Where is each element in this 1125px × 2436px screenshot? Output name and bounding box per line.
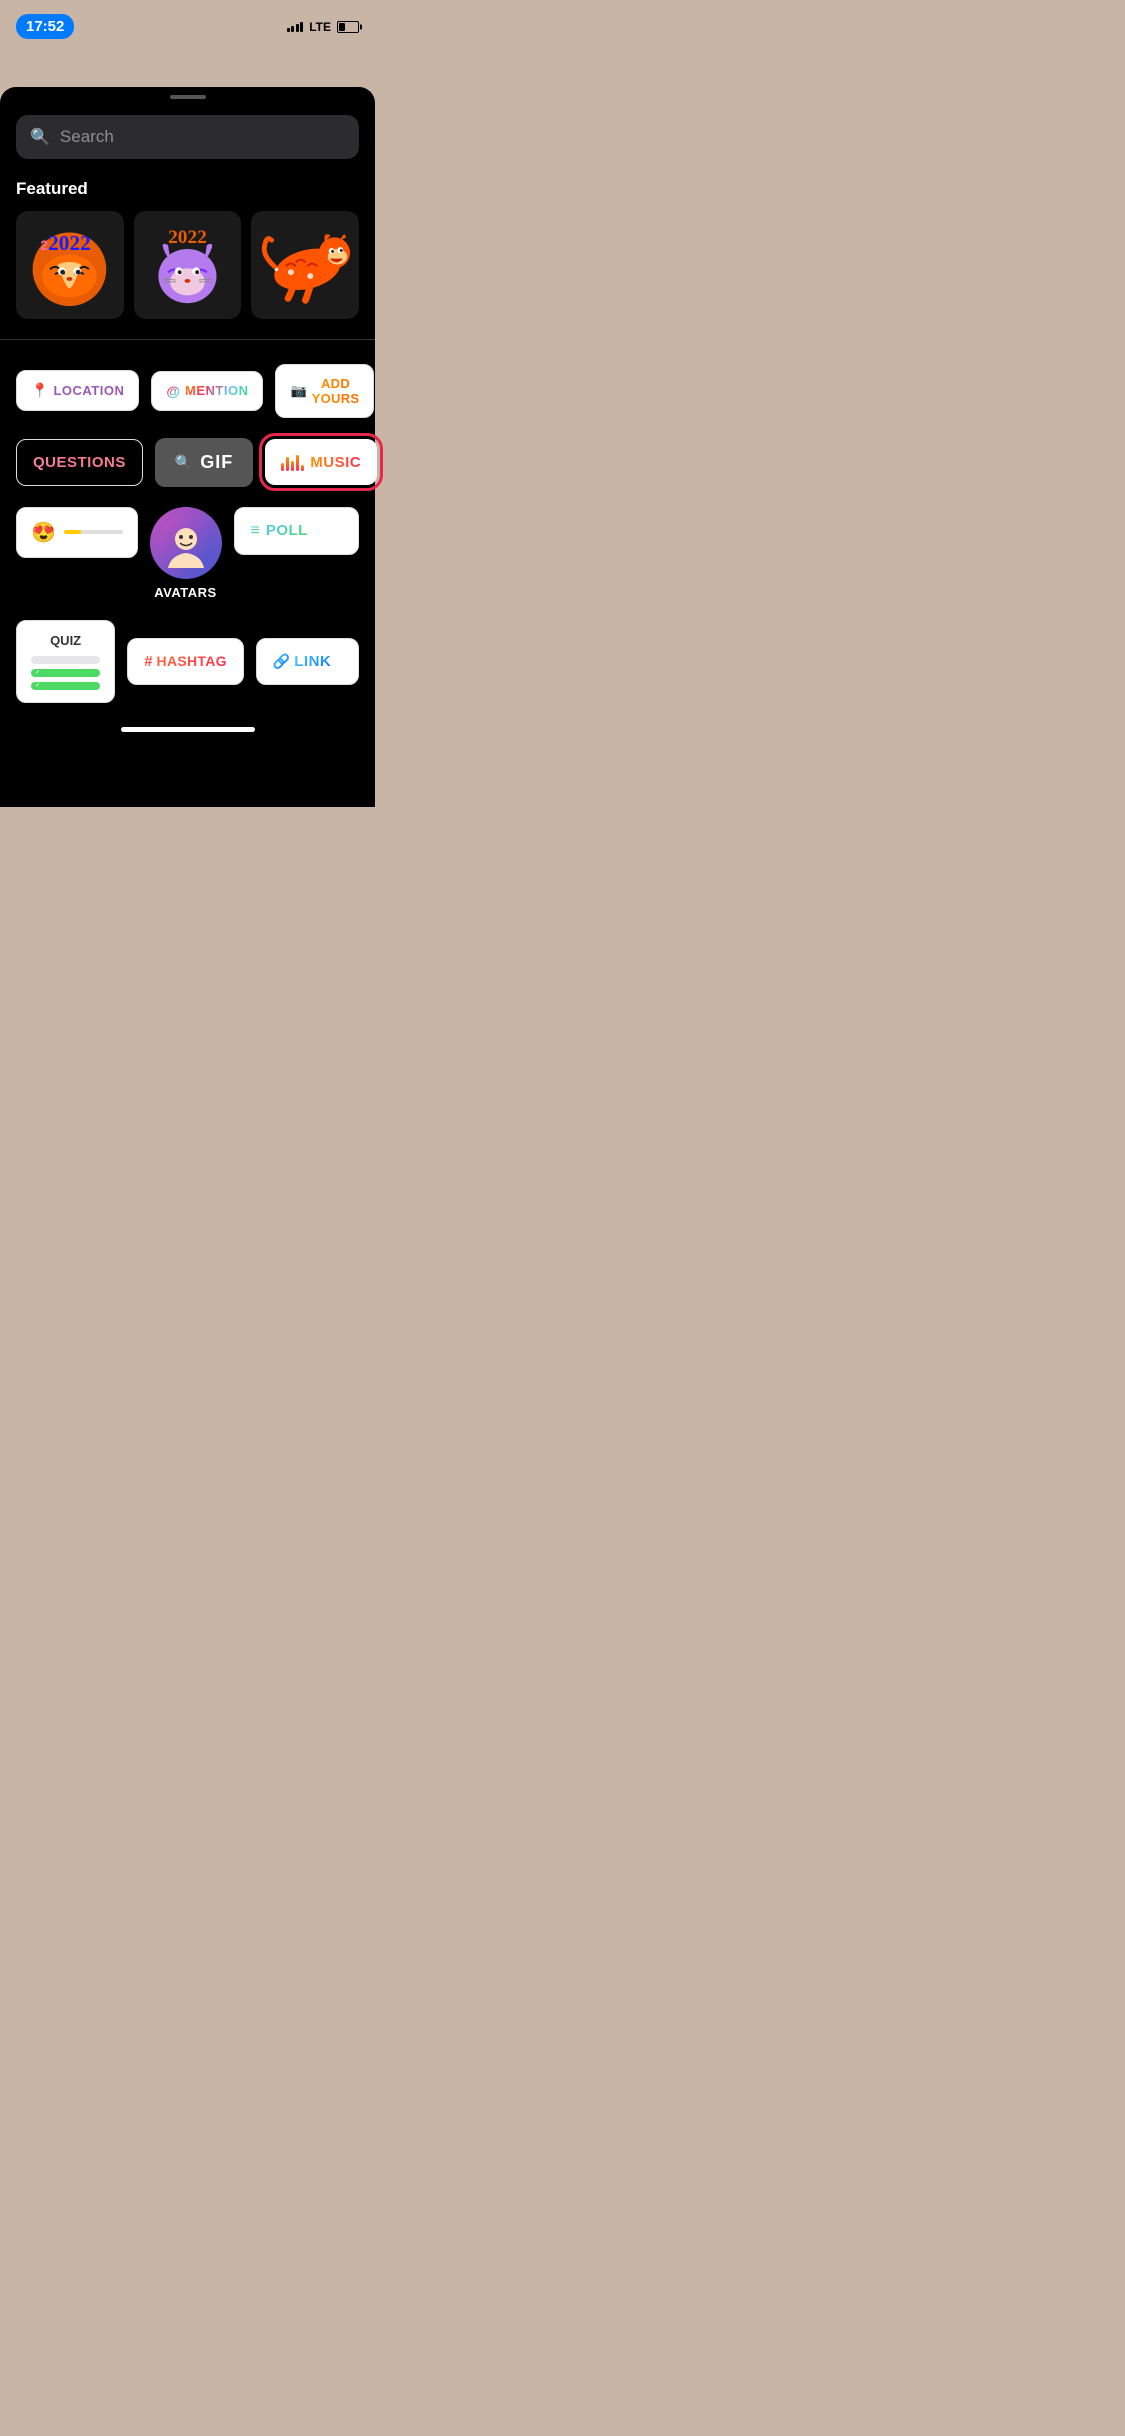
slider-fill: [64, 530, 82, 534]
status-time: 17:52: [16, 14, 74, 39]
svg-text:2022: 2022: [49, 231, 92, 255]
section-divider: [0, 339, 375, 340]
drag-handle[interactable]: [170, 95, 206, 99]
quiz-option-1: [31, 656, 100, 664]
emoji-slider-button[interactable]: 😍: [16, 507, 138, 558]
location-button[interactable]: 📍 LOCATION: [16, 370, 139, 411]
location-label: LOCATION: [53, 383, 124, 398]
signal-bar-3: [296, 24, 299, 32]
signal-bars: [287, 22, 304, 32]
link-button[interactable]: 🔗 LINK: [256, 638, 359, 685]
music-bar-5: [301, 465, 304, 471]
questions-label: QUESTIONS: [33, 454, 126, 471]
search-icon: 🔍: [30, 127, 50, 147]
signal-bar-2: [291, 26, 294, 32]
mention-button[interactable]: @ MENTION: [151, 371, 263, 411]
sticker-grid: 📍 LOCATION @ MENTION 📷 ADD YOURS QUESTIO…: [0, 364, 375, 703]
hashtag-button[interactable]: # HASHTAG: [127, 638, 244, 685]
gif-label: GIF: [200, 452, 233, 473]
sticker-row-1: 📍 LOCATION @ MENTION 📷 ADD YOURS: [16, 364, 359, 418]
home-indicator: [121, 727, 255, 732]
tiger-2022-svg-2: 2022: [139, 216, 236, 313]
avatar-circle: [150, 507, 222, 579]
music-bar-2: [286, 457, 289, 471]
sticker-row-4: QUIZ ✓ ✓ # HASHTAG 🔗 LINK: [16, 620, 359, 703]
mention-label: MENTION: [185, 383, 248, 398]
tiger-2022-svg-1: 2022 2: [21, 216, 118, 313]
music-bar-4: [296, 455, 299, 471]
music-bars: [281, 453, 304, 471]
slider-track: [64, 530, 123, 534]
search-bar[interactable]: 🔍 Search: [16, 115, 359, 159]
avatars-label: AVATARS: [154, 585, 216, 600]
signal-bar-1: [287, 28, 290, 32]
emoji-slider-emoji: 😍: [31, 520, 56, 545]
sticker-row-3: 😍: [16, 507, 359, 600]
location-icon: 📍: [31, 382, 48, 399]
search-placeholder: Search: [60, 127, 114, 147]
addyours-icon: 📷: [290, 383, 306, 399]
music-button[interactable]: MUSIC: [265, 439, 377, 485]
gif-search-icon: 🔍: [175, 454, 192, 471]
music-bar-1: [281, 463, 284, 471]
featured-item-2[interactable]: 2022: [134, 211, 242, 319]
featured-item-1[interactable]: 2022 2: [16, 211, 124, 319]
carrier-label: LTE: [309, 20, 331, 34]
quiz-option-2: ✓: [31, 669, 100, 677]
quiz-title: QUIZ: [31, 633, 100, 648]
status-bar: 17:52 LTE: [0, 0, 375, 47]
status-right: LTE: [287, 20, 359, 34]
poll-label: POLL: [266, 522, 308, 539]
music-label: MUSIC: [310, 454, 361, 471]
avatar-svg: [156, 513, 216, 573]
bottom-sheet: 🔍 Search Featured 2022 2: [0, 87, 375, 807]
tiger-jumping-svg: [257, 216, 354, 313]
gif-button[interactable]: 🔍 GIF: [155, 438, 253, 487]
music-bar-3: [291, 461, 294, 471]
svg-text:2022: 2022: [168, 228, 207, 249]
featured-label: Featured: [0, 179, 375, 211]
add-yours-button[interactable]: 📷 ADD YOURS: [275, 364, 374, 418]
hashtag-label: HASHTAG: [157, 653, 227, 669]
signal-bar-4: [300, 22, 303, 32]
featured-row: 2022 2: [0, 211, 375, 319]
battery-icon: [337, 21, 359, 33]
questions-button[interactable]: QUESTIONS: [16, 439, 143, 486]
hashtag-prefix: #: [144, 653, 152, 670]
battery-fill: [339, 23, 345, 31]
quiz-button[interactable]: QUIZ ✓ ✓: [16, 620, 115, 703]
sticker-row-2: QUESTIONS 🔍 GIF MUSIC: [16, 438, 359, 487]
svg-text:2: 2: [41, 238, 49, 253]
addyours-label: ADD YOURS: [312, 376, 360, 406]
link-label: LINK: [294, 653, 331, 670]
quiz-option-3: ✓: [31, 682, 100, 690]
featured-section: Featured 2022 2: [0, 179, 375, 319]
photo-area: [0, 47, 375, 87]
poll-icon: ≡: [251, 522, 260, 540]
avatars-button[interactable]: AVATARS: [150, 507, 222, 600]
mention-prefix: @: [166, 383, 180, 399]
link-icon: 🔗: [273, 653, 290, 670]
featured-item-3[interactable]: [251, 211, 359, 319]
poll-button[interactable]: ≡ POLL: [234, 507, 360, 555]
